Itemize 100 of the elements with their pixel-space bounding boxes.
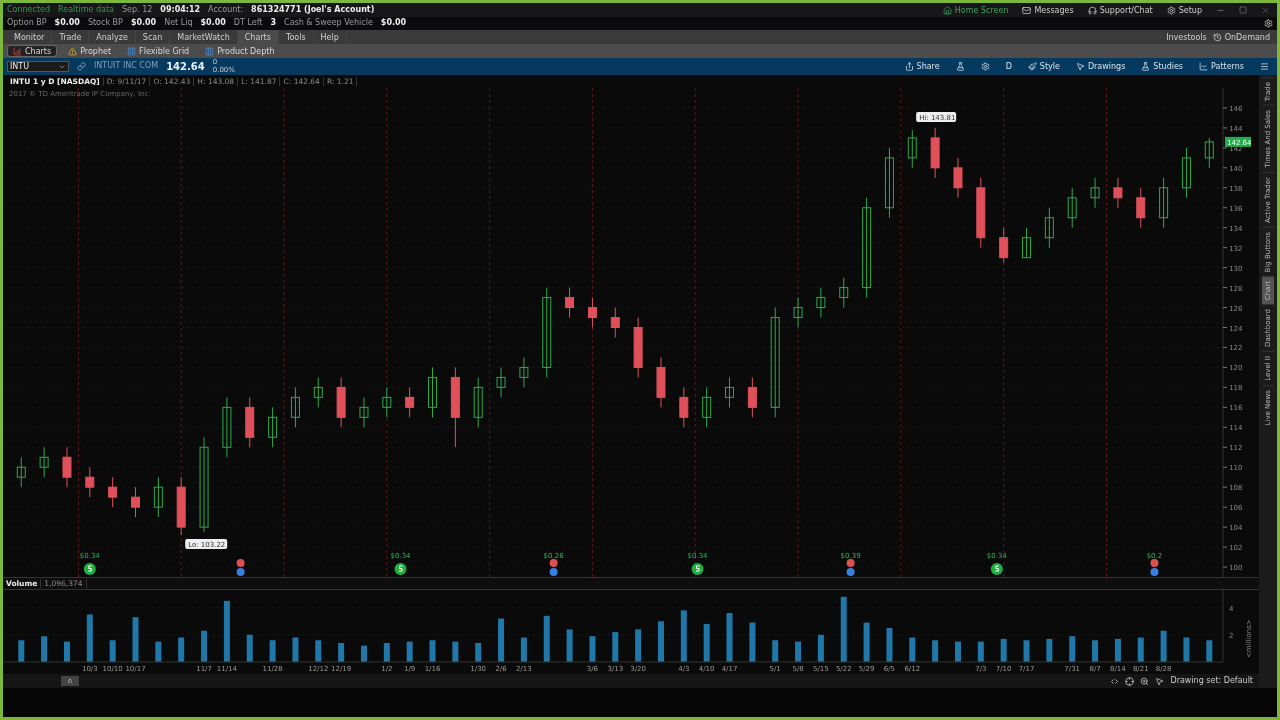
candle — [1022, 227, 1031, 259]
pointer-icon — [1155, 676, 1165, 686]
candle — [793, 297, 803, 328]
pan-icon — [1110, 676, 1120, 686]
dividend-icon — [990, 563, 1003, 575]
balance-value: $0.00 — [130, 19, 157, 28]
pointer-icon — [1075, 62, 1085, 71]
maximize-button[interactable] — [1236, 6, 1250, 14]
symbol-field[interactable]: INTU — [7, 61, 69, 72]
headset-icon — [1087, 5, 1097, 15]
volume-bar — [132, 617, 139, 662]
balance-label: Net Liq — [164, 19, 193, 28]
sub-tab[interactable]: Flexible Grid — [122, 45, 195, 57]
volume-bar — [909, 637, 916, 662]
candle — [268, 406, 278, 448]
settings-icon — [1166, 5, 1176, 15]
candle — [290, 386, 300, 428]
volume-bar — [1023, 640, 1030, 662]
date-text: Sep. 12 — [121, 5, 153, 15]
close-icon — [1261, 5, 1270, 15]
mail-icon — [1022, 5, 1032, 15]
balance-label: Option BP — [7, 19, 47, 28]
link-icon — [77, 62, 86, 71]
candle — [907, 129, 917, 169]
volume-bar — [406, 641, 413, 662]
menu-icon — [1260, 62, 1269, 71]
volume-bar — [703, 623, 710, 662]
crosshair-icon — [1125, 676, 1135, 686]
volume-bar — [955, 641, 961, 662]
volume-bar — [360, 645, 367, 662]
line-chart-icon — [1199, 62, 1209, 71]
candle — [656, 356, 666, 408]
header-link[interactable]: Investools — [1163, 32, 1210, 42]
volume-bar — [41, 636, 48, 662]
volume-bar — [1137, 637, 1144, 662]
volume-bar — [155, 641, 162, 662]
connection-status: Connected — [7, 5, 51, 15]
candle — [108, 476, 118, 508]
candle — [702, 386, 712, 428]
flask-icon — [955, 62, 965, 71]
dividend-icon — [691, 563, 704, 575]
chart-tool-button[interactable]: Studies — [1137, 62, 1188, 71]
candle — [816, 287, 826, 319]
candle — [565, 287, 575, 319]
volume-bar — [749, 622, 756, 662]
candle — [39, 446, 49, 478]
volume-bar — [1092, 640, 1099, 662]
account-name: 861324771 (Joel's Account) — [251, 5, 375, 15]
candle — [153, 476, 163, 518]
brush-icon — [1027, 62, 1037, 71]
candle — [336, 376, 346, 428]
volume-bar — [315, 640, 322, 662]
volume-bar — [1160, 630, 1167, 662]
chart-tool-button[interactable]: Style — [1023, 62, 1064, 71]
volume-bar — [543, 615, 550, 662]
candle — [313, 376, 323, 408]
candle — [953, 157, 963, 199]
header-link[interactable]: Support/Chat — [1084, 5, 1156, 15]
volume-bar — [429, 640, 436, 662]
candle — [610, 307, 620, 338]
volume-bar — [292, 637, 299, 662]
sub-tab[interactable]: Product Depth — [200, 45, 280, 57]
candle — [428, 366, 437, 418]
sub-tab[interactable]: Charts — [7, 45, 58, 57]
candle — [930, 127, 940, 179]
chart-tool-button[interactable]: Share — [900, 62, 944, 71]
volume-bar — [840, 596, 847, 662]
candle — [725, 376, 734, 408]
header-link[interactable]: Home Screen — [939, 5, 1012, 15]
account-label: Account: — [208, 5, 244, 15]
share-icon — [904, 62, 914, 71]
candle — [747, 376, 757, 418]
candle — [85, 466, 95, 498]
volume-bar — [520, 637, 527, 662]
header-link[interactable]: Messages — [1019, 5, 1077, 15]
main-tab[interactable]: Charts — [237, 30, 279, 44]
volume-bar — [817, 634, 824, 662]
volume-bar — [977, 641, 984, 662]
expand-button[interactable] — [61, 676, 79, 686]
volume-bar — [1000, 638, 1007, 662]
volume-bar — [1069, 636, 1076, 662]
candle — [176, 476, 186, 536]
dividend-icon — [83, 563, 96, 575]
volume-bar — [658, 621, 664, 662]
sub-tab[interactable]: Prophet — [63, 45, 117, 57]
chart-tool-button[interactable]: Drawings — [1071, 62, 1130, 71]
header-link[interactable]: OnDemand — [1209, 32, 1273, 42]
candle — [405, 386, 415, 418]
chart-tool-button[interactable]: D — [1001, 62, 1016, 71]
header-link[interactable]: Setup — [1163, 5, 1205, 15]
zoom-icon — [1140, 676, 1150, 686]
volume-bar — [566, 629, 573, 662]
volume-bar — [269, 640, 276, 662]
volume-bar — [475, 643, 482, 662]
flask-icon — [1141, 62, 1151, 71]
candle — [976, 177, 986, 249]
candle — [16, 456, 26, 488]
volume-bar — [932, 640, 939, 662]
volume-bar — [863, 622, 870, 662]
chart-tool-button[interactable]: Patterns — [1195, 62, 1248, 71]
